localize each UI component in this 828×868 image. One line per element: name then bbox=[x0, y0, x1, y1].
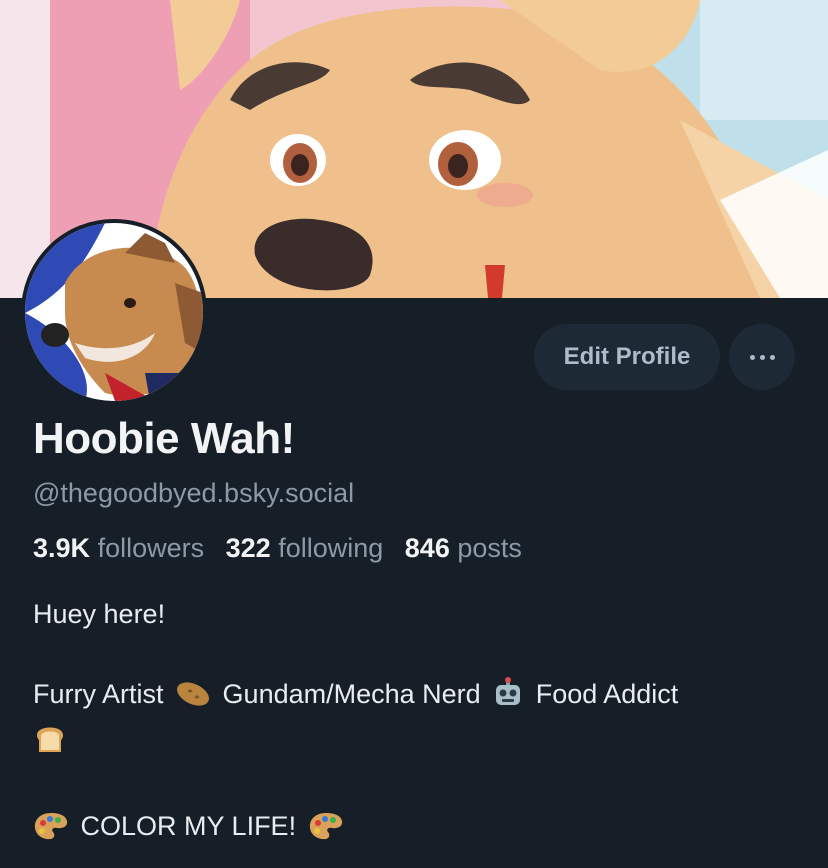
bio-line: Furry Artist Gundam/Mecha Nerd Food Addi… bbox=[33, 674, 803, 766]
bio-text: Gundam/Mecha Nerd bbox=[222, 679, 481, 709]
posts-stat: 846 posts bbox=[405, 533, 522, 563]
edit-profile-label: Edit Profile bbox=[563, 343, 691, 370]
bread-emoji-icon bbox=[33, 721, 67, 766]
followers-count: 3.9K bbox=[33, 533, 91, 563]
potato-emoji-icon bbox=[175, 679, 211, 720]
posts-label: posts bbox=[457, 533, 522, 563]
bio-text: Food Addict bbox=[535, 679, 679, 709]
profile-stats: 3.9K followers 322 following 846 posts bbox=[33, 533, 522, 564]
bio-line: COLOR MY LIFE! bbox=[33, 806, 803, 852]
bio-text: COLOR MY LIFE! bbox=[80, 811, 297, 841]
bio-line: Huey here! bbox=[33, 599, 166, 629]
more-options-button[interactable] bbox=[729, 324, 795, 390]
palette-emoji-icon bbox=[33, 811, 69, 852]
following-count: 322 bbox=[225, 533, 271, 563]
avatar[interactable] bbox=[21, 219, 207, 405]
profile-handle[interactable]: @thegoodbyed.bsky.social bbox=[33, 478, 354, 509]
robot-emoji-icon bbox=[492, 677, 524, 720]
profile-bio: Huey here! Furry Artist Gundam/Mecha Ner… bbox=[33, 594, 803, 852]
followers-label: followers bbox=[97, 533, 205, 563]
palette-emoji-icon bbox=[308, 811, 344, 852]
edit-profile-button[interactable]: Edit Profile bbox=[534, 324, 720, 390]
more-horizontal-icon bbox=[749, 354, 775, 360]
display-name: Hoobie Wah! bbox=[33, 414, 295, 463]
following-link[interactable]: 322 following bbox=[226, 533, 384, 563]
bio-text: Furry Artist bbox=[33, 679, 164, 709]
posts-count: 846 bbox=[404, 533, 450, 563]
followers-link[interactable]: 3.9K followers bbox=[33, 533, 204, 563]
following-label: following bbox=[278, 533, 384, 563]
